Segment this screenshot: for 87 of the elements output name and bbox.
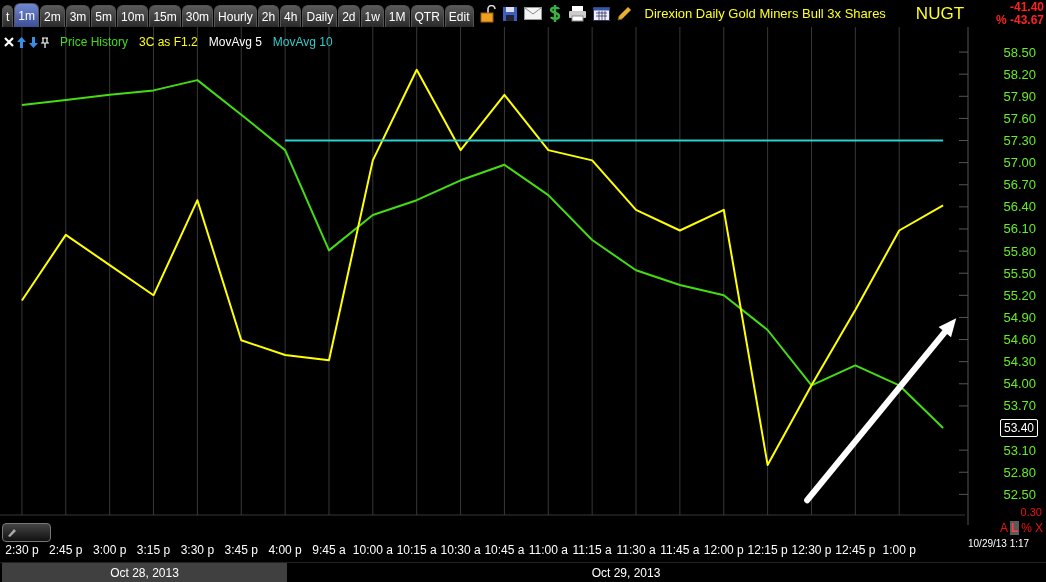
scale-mode-button[interactable]: A xyxy=(998,521,1009,535)
time-axis-label: 11:00 a xyxy=(528,543,568,557)
price-axis-label: 55.80 xyxy=(1003,243,1036,259)
time-axis-label: 2:30 p xyxy=(5,543,39,557)
drag-handle-icon xyxy=(7,527,17,538)
price-axis-label: 52.50 xyxy=(1003,486,1036,502)
interval-tab[interactable]: t xyxy=(2,5,14,27)
legend-label[interactable]: 3C as F1.2 xyxy=(139,35,198,49)
time-axis-label: 3:15 p xyxy=(136,543,171,557)
time-axis-label: 12:45 p xyxy=(835,543,876,557)
price-axis-label: 53.70 xyxy=(1003,398,1036,414)
interval-tab[interactable]: 3m xyxy=(65,5,91,27)
interval-tab[interactable]: QTR xyxy=(410,5,444,27)
scroll-button[interactable] xyxy=(2,523,51,542)
price-axis-label: 57.60 xyxy=(1003,110,1036,126)
price-axis-label: 54.30 xyxy=(1003,354,1036,370)
interval-tab[interactable]: 2h xyxy=(257,5,280,27)
time-axis-label: 3:00 p xyxy=(92,543,127,557)
price-axis-label: 55.20 xyxy=(1003,287,1036,303)
time-axis-label: 1:00 p xyxy=(882,543,916,557)
calendar-icon[interactable] xyxy=(592,6,610,21)
instrument-name: Direxion Daily Gold Miners Bull 3x Shares xyxy=(644,6,886,21)
price-change: -41.40 xyxy=(1009,1,1044,14)
interval-tab[interactable]: 30m xyxy=(181,5,214,27)
time-axis-label: 9:45 a xyxy=(312,543,346,557)
last-price-tag: 53.40 xyxy=(1000,419,1039,437)
time-axis-label: 2:45 p xyxy=(49,543,83,557)
close-icon[interactable] xyxy=(4,37,14,47)
price-axis-label: 52.80 xyxy=(1003,464,1036,480)
price-axis-label: 54.00 xyxy=(1003,376,1036,392)
legend-label[interactable]: MovAvg 5 xyxy=(208,35,262,49)
interval-tab[interactable]: 2m xyxy=(40,5,65,27)
time-axis-label: 11:45 a xyxy=(660,543,700,557)
interval-tab[interactable]: 4h xyxy=(280,5,302,27)
lock-icon[interactable] xyxy=(479,4,496,23)
save-icon[interactable] xyxy=(501,5,518,22)
time-axis-label: 3:30 p xyxy=(180,543,215,557)
legend-label[interactable]: Price History xyxy=(60,35,128,49)
time-axis-label: 10:45 a xyxy=(484,543,525,557)
price-axis-label: 55.50 xyxy=(1003,265,1036,281)
time-axis-label: 12:30 p xyxy=(791,543,832,557)
price-axis-label: 58.50 xyxy=(1003,44,1036,60)
envelope-icon[interactable] xyxy=(523,7,542,20)
time-axis-label: 10:15 a xyxy=(396,543,437,557)
price-axis-label: 57.00 xyxy=(1003,155,1036,171)
price-axis-label: 54.90 xyxy=(1003,309,1036,325)
time-axis-label: 11:30 a xyxy=(616,543,656,557)
scale-mode-button[interactable]: % xyxy=(1020,521,1033,535)
pin-icon[interactable] xyxy=(41,36,49,48)
price-axis-label: 57.90 xyxy=(1003,88,1036,104)
cursor-time: 10/29/13 1:17 xyxy=(968,538,1030,549)
date-label: Oct 28, 2013 xyxy=(2,563,287,582)
time-axis-label: 12:00 p xyxy=(703,543,744,557)
interval-tab[interactable]: Hourly xyxy=(214,5,257,27)
printer-icon[interactable] xyxy=(567,5,587,22)
time-axis-label: 3:45 p xyxy=(224,543,258,557)
percent-change: % -43.67 xyxy=(995,14,1044,27)
date-label: Oct 29, 2013 xyxy=(590,565,662,582)
price-axis-label: 54.60 xyxy=(1003,332,1036,348)
scale-mode-button[interactable]: X xyxy=(1034,521,1044,535)
interval-tab[interactable]: 10m xyxy=(117,5,149,27)
price-axis-label: 57.30 xyxy=(1003,133,1036,148)
pencil-icon[interactable] xyxy=(615,5,631,22)
interval-tab[interactable]: 5m xyxy=(91,5,117,27)
interval-tab[interactable]: 1w xyxy=(360,5,384,27)
price-axis-label: 56.70 xyxy=(1003,177,1036,193)
time-axis-label: 12:15 p xyxy=(747,543,788,557)
time-axis-label: 11:15 a xyxy=(572,543,612,557)
price-axis-label: 56.40 xyxy=(1003,199,1036,215)
price-axis-label: 56.10 xyxy=(1003,221,1036,237)
ticker-symbol: NUGT xyxy=(915,3,965,24)
price-axis-label: 58.20 xyxy=(1003,66,1036,82)
time-axis-label: 10:00 a xyxy=(352,543,393,557)
price-axis-label: 53.10 xyxy=(1003,442,1036,458)
up-arrow-icon[interactable] xyxy=(17,36,26,48)
scale-value: 0.30 xyxy=(1020,506,1042,518)
time-axis-label: 4:00 p xyxy=(268,543,302,557)
interval-tab[interactable]: Edit xyxy=(444,5,474,27)
interval-tab[interactable]: 2d xyxy=(338,5,360,27)
legend-label[interactable]: MovAvg 10 xyxy=(272,35,333,49)
interval-tab[interactable]: 1M xyxy=(384,5,410,27)
dollar-icon[interactable] xyxy=(547,4,562,23)
interval-tab[interactable]: 1m xyxy=(14,3,39,27)
interval-tab[interactable]: Daily xyxy=(302,5,338,27)
down-arrow-icon[interactable] xyxy=(29,36,38,48)
time-axis-label: 10:30 a xyxy=(440,543,481,557)
interval-tab[interactable]: 15m xyxy=(149,5,181,27)
